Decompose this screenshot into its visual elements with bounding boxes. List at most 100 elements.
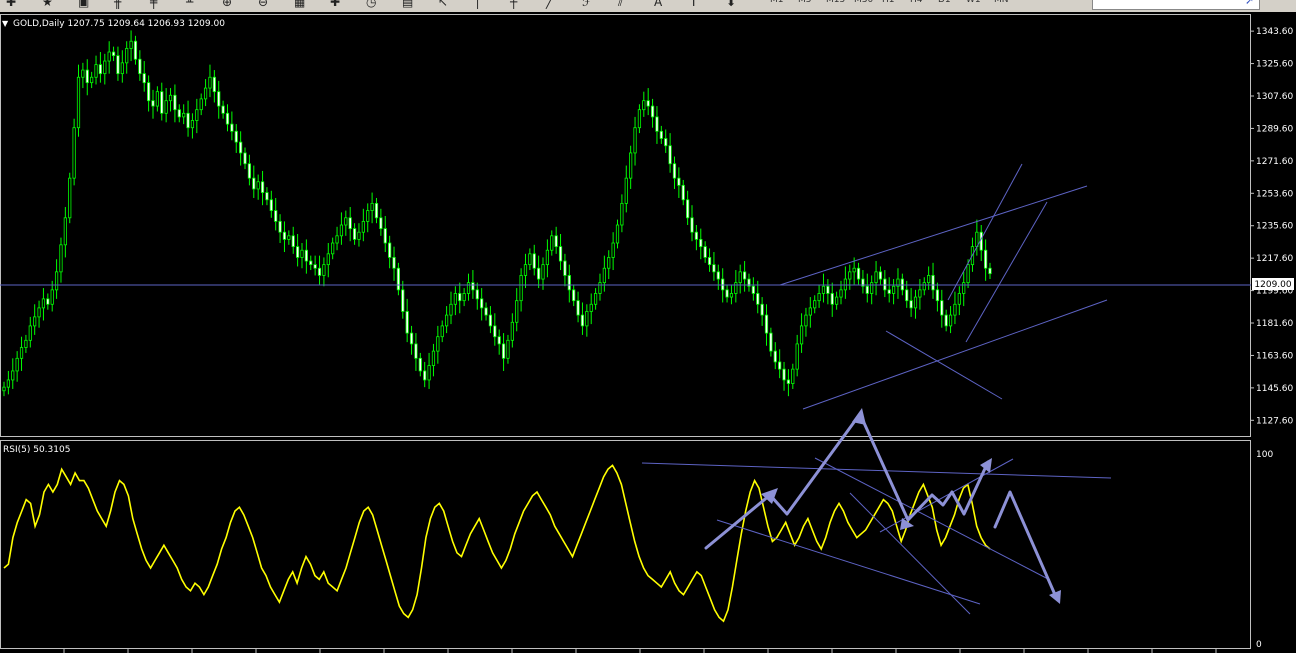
candle-body <box>195 109 199 121</box>
timeframe-m5[interactable]: M5 <box>798 0 812 5</box>
arrows-icon[interactable]: ⬍ <box>726 0 736 10</box>
cursor-icon[interactable]: ↖ <box>438 0 448 10</box>
price-tick-label: 1127.60 <box>1256 416 1293 426</box>
candle-body <box>260 181 265 193</box>
candle-body <box>729 293 734 298</box>
candle-body <box>558 246 563 262</box>
candle-body <box>480 298 484 309</box>
candlestick-icon[interactable]: ╪ <box>150 0 157 10</box>
candle-body <box>309 260 313 266</box>
fibo-icon[interactable]: ℱ <box>582 0 591 10</box>
candle-body <box>563 260 567 276</box>
candle-body <box>611 242 615 258</box>
timeframe-m1[interactable]: M1 <box>770 0 784 5</box>
periods-icon[interactable]: ◷ <box>366 0 376 10</box>
candle-body <box>168 94 173 102</box>
candle-body <box>50 289 54 305</box>
timeframe-d1[interactable]: D1 <box>938 0 951 5</box>
rsi-tick-label: 0 <box>1256 640 1262 650</box>
candle-body <box>68 177 72 219</box>
candle-body <box>405 311 409 334</box>
candle-body <box>427 365 431 381</box>
search-input[interactable] <box>1092 0 1260 10</box>
candle-body <box>541 264 545 280</box>
timeframe-h1[interactable]: H1 <box>882 0 895 5</box>
price-tick-label: 1253.60 <box>1256 189 1293 199</box>
trendline-icon[interactable]: ╱ <box>546 0 553 10</box>
templates-icon[interactable]: ▤ <box>402 0 413 10</box>
candle-body <box>322 264 326 276</box>
crosshair-icon[interactable]: ┼ <box>510 0 517 10</box>
price-chart-title-arrow: ▼ <box>2 19 9 28</box>
timeframe-h4[interactable]: H4 <box>910 0 923 5</box>
candle-body <box>865 285 869 294</box>
new-order-icon[interactable]: ✚ <box>6 0 16 10</box>
candle-body <box>63 217 67 246</box>
candle-body <box>642 100 646 111</box>
candle-body <box>120 62 124 75</box>
text-icon[interactable]: A <box>654 0 662 10</box>
candle-body <box>782 368 786 381</box>
candle-body <box>966 264 970 284</box>
candle-body <box>931 275 935 291</box>
vertical-line-icon[interactable]: │ <box>474 0 481 10</box>
candle-body <box>414 343 418 359</box>
candle-body <box>300 249 304 258</box>
candle-body <box>125 48 129 64</box>
candle-body <box>554 235 558 248</box>
candle-body <box>449 303 453 316</box>
price-tick-label: 1235.60 <box>1256 222 1293 232</box>
candle-body <box>76 76 81 129</box>
bar-chart-icon[interactable]: ╫ <box>114 0 121 10</box>
candle-body <box>721 278 725 291</box>
timeframe-m30[interactable]: M30 <box>854 0 873 5</box>
candle-body <box>764 314 769 334</box>
candle-body <box>615 224 620 244</box>
save-icon[interactable]: ▣ <box>78 0 89 10</box>
timeframe-mn[interactable]: MN <box>994 0 1009 5</box>
candle-body <box>107 51 111 62</box>
candle-body <box>488 314 493 327</box>
candle-body <box>646 100 650 107</box>
candle-body <box>694 231 698 240</box>
grid-icon[interactable]: ▦ <box>294 0 305 10</box>
candle-body <box>791 368 795 384</box>
rsi-tick-label: 100 <box>1256 450 1273 460</box>
candle-body <box>90 76 94 84</box>
candle-body <box>326 253 330 266</box>
candle-body <box>878 271 883 280</box>
candle-body <box>856 267 861 280</box>
candle-body <box>98 64 103 75</box>
price-tick-label: 1145.60 <box>1256 384 1293 394</box>
label-icon[interactable]: T <box>690 0 697 10</box>
candle-body <box>874 271 878 284</box>
candle-body <box>28 325 32 341</box>
candle-body <box>383 228 387 244</box>
timeframe-w1[interactable]: W1 <box>966 0 981 5</box>
candle-body <box>962 282 966 294</box>
candle-body <box>905 289 909 302</box>
candle-body <box>629 152 633 179</box>
candle-body <box>580 314 585 327</box>
candle-body <box>839 289 843 298</box>
candle-body <box>633 127 637 154</box>
candle-body <box>190 120 195 129</box>
zoom-in-icon[interactable]: ⊕ <box>222 0 232 10</box>
candle-body <box>348 217 352 230</box>
channel-icon[interactable]: ⫽ <box>618 0 623 10</box>
candle-body <box>423 370 427 381</box>
candle-body <box>133 40 138 60</box>
candle-body <box>85 69 89 84</box>
search-arrow-icon[interactable]: ➚ <box>1245 0 1254 7</box>
candle-body <box>357 231 361 240</box>
zoom-out-icon[interactable]: ⊖ <box>258 0 268 10</box>
indicators-icon[interactable]: ✚ <box>330 0 340 10</box>
candle-body <box>19 347 24 359</box>
line-chart-icon[interactable]: ╨ <box>186 0 193 10</box>
candle-body <box>817 293 821 302</box>
price-tick-label: 1307.60 <box>1256 92 1293 102</box>
candle-body <box>664 138 668 147</box>
favorites-icon[interactable]: ★ <box>42 0 53 10</box>
price-tick-label: 1217.60 <box>1256 254 1293 264</box>
timeframe-m15[interactable]: M15 <box>826 0 845 5</box>
